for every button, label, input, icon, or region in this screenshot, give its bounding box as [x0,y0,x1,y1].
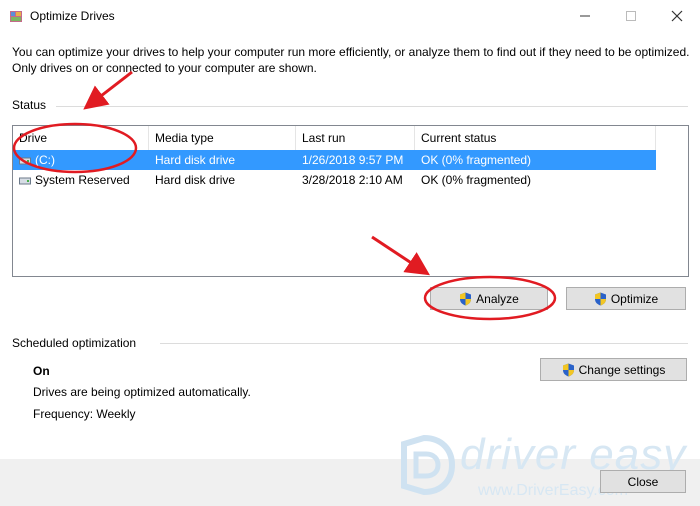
schedule-frequency: Frequency: Weekly [33,407,136,421]
media-type: Hard disk drive [155,173,236,187]
red-arrow-to-drive [83,70,133,110]
minimize-icon [580,15,590,17]
defrag-icon [10,11,22,22]
last-run: 1/26/2018 9:57 PM [302,153,404,167]
drive-row-system-reserved[interactable]: System Reserved Hard disk drive 3/28/201… [13,170,656,190]
close-icon [671,10,683,22]
column-header-last-run[interactable]: Last run [296,126,415,150]
column-header-current-status[interactable]: Current status [415,126,656,150]
analyze-label: Analyze [476,291,519,306]
last-run: 3/28/2018 2:10 AM [302,173,403,187]
driver-easy-logo-icon [401,434,456,496]
close-button[interactable]: Close [600,470,686,493]
hard-drive-icon [19,157,31,165]
drive-name: System Reserved [35,173,130,187]
current-status: OK (0% fragmented) [421,153,532,167]
uac-shield-icon [594,292,606,305]
change-settings-label: Change settings [578,362,666,377]
uac-shield-icon [460,292,472,305]
window-title: Optimize Drives [30,9,115,23]
optimize-label: Optimize [610,291,659,306]
maximize-button[interactable] [608,0,654,32]
maximize-icon [626,11,636,21]
scheduled-optimization-label: Scheduled optimization [12,336,137,350]
uac-shield-icon [562,363,574,376]
drive-row-c[interactable]: (C:) Hard disk drive 1/26/2018 9:57 PM O… [13,150,656,170]
schedule-message: Drives are being optimized automatically… [33,385,251,399]
column-header-media-type[interactable]: Media type [149,126,296,150]
status-divider [56,106,688,107]
hard-drive-icon [19,177,31,185]
title-bar: Optimize Drives [0,0,700,32]
watermark: driver easy www.DriverEasy.com [394,428,694,506]
scheduled-divider [160,343,688,344]
close-label: Close [627,474,659,489]
description-text: You can optimize your drives to help you… [12,45,690,75]
current-status: OK (0% fragmented) [421,173,532,187]
status-label: Status [12,98,47,112]
media-type: Hard disk drive [155,153,236,167]
drives-list[interactable]: Drive Media type Last run Current status… [12,125,689,277]
drive-name: (C:) [35,153,55,167]
minimize-button[interactable] [562,0,608,32]
close-window-button[interactable] [654,0,700,32]
change-settings-button[interactable]: Change settings [540,358,687,381]
schedule-state: On [33,364,50,378]
optimize-button[interactable]: Optimize [566,287,686,310]
analyze-button[interactable]: Analyze [430,287,548,310]
column-header-drive[interactable]: Drive [13,126,149,150]
list-empty-column [656,126,688,276]
